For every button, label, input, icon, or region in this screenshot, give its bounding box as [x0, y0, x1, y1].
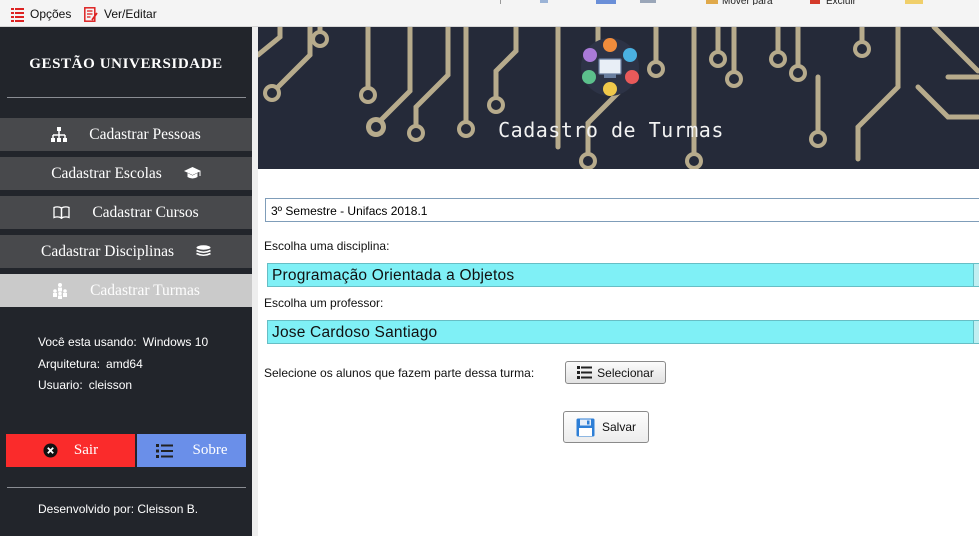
professor-selected-value: Jose Cardoso Santiago — [272, 324, 438, 341]
alunos-label: Selecione os alunos que fazem parte dess… — [264, 366, 535, 380]
list-icon — [577, 366, 593, 379]
stack-icon — [196, 245, 211, 257]
divider — [7, 487, 246, 488]
page-title: Cadastro de Turmas — [498, 118, 724, 142]
sidebar-item-cursos[interactable]: Cadastrar Cursos — [0, 196, 252, 229]
group-icon — [53, 282, 68, 299]
system-info-arch: Arquitetura: amd64 — [38, 357, 143, 371]
sobre-label: Sobre — [192, 442, 228, 458]
menu-view-edit-label: Ver/Editar — [104, 7, 157, 21]
footer-credits: Desenvolvido por: Cleisson B. — [38, 502, 199, 516]
list-icon — [155, 443, 173, 458]
sidebar-item-label: Cadastrar Pessoas — [89, 125, 201, 143]
user-label: Usuario: — [38, 378, 83, 392]
menu-view-edit[interactable]: Ver/Editar — [84, 5, 157, 23]
professor-label: Escolha um professor: — [264, 296, 384, 310]
strip-icon-fragment — [810, 0, 820, 4]
sidebar-item-turmas[interactable]: Cadastrar Turmas — [0, 274, 252, 307]
sidebar-item-label: Cadastrar Turmas — [90, 281, 200, 299]
strip-divider — [500, 0, 501, 4]
system-info-user: Usuario: cleisson — [38, 378, 132, 392]
sidebar-item-pessoas[interactable]: Cadastrar Pessoas — [0, 118, 252, 151]
turma-name-field[interactable]: 3º Semestre - Unifacs 2018.1 — [265, 198, 979, 222]
sobre-button[interactable]: Sobre — [137, 434, 246, 467]
sair-button[interactable]: Sair — [6, 434, 135, 467]
app-brand: GESTÃO UNIVERSIDADE — [29, 56, 223, 72]
professor-select[interactable]: Jose Cardoso Santiago — [267, 320, 979, 344]
sidebar-item-escolas[interactable]: Cadastrar Escolas — [0, 157, 252, 190]
disciplina-selected-value: Programação Orientada a Objetos — [272, 267, 515, 284]
system-info-os: Você esta usando: Windows 10 — [38, 335, 208, 349]
turma-name-value: 3º Semestre - Unifacs 2018.1 — [271, 204, 428, 218]
sair-label: Sair — [73, 442, 99, 458]
strip-delete-label: Excluir — [826, 0, 856, 5]
close-circle-icon — [43, 443, 58, 458]
disciplina-select[interactable]: Programação Orientada a Objetos — [267, 263, 979, 287]
strip-icon-fragment — [640, 0, 656, 3]
dropdown-arrow-icon[interactable] — [973, 321, 979, 343]
dropdown-arrow-icon[interactable] — [973, 264, 979, 286]
page-banner: Cadastro de Turmas — [258, 27, 979, 169]
os-value: Windows 10 — [142, 335, 209, 349]
book-icon — [53, 206, 70, 219]
salvar-label: Salvar — [601, 420, 636, 434]
sidebar-item-label: Cadastrar Cursos — [92, 203, 199, 221]
sitemap-icon — [51, 127, 68, 142]
strip-icon-fragment — [706, 0, 718, 4]
save-icon — [576, 418, 595, 436]
selecionar-button[interactable]: Selecionar — [565, 361, 666, 384]
list-icon — [11, 7, 24, 22]
strip-move-label: Mover para — [722, 0, 773, 5]
menu-options[interactable]: Opções — [11, 5, 71, 23]
edit-document-icon — [84, 6, 98, 22]
disciplina-label: Escolha uma disciplina: — [264, 239, 390, 253]
top-menu-bar: Opções Ver/Editar Mover para Excluir — [0, 0, 979, 27]
divider — [7, 97, 246, 98]
arch-label: Arquitetura: — [38, 357, 101, 371]
arch-value: amd64 — [106, 357, 143, 371]
menu-options-label: Opções — [30, 7, 72, 21]
strip-icon-fragment — [905, 0, 923, 4]
sidebar-item-disciplinas[interactable]: Cadastrar Disciplinas — [0, 235, 252, 268]
selecionar-label: Selecionar — [597, 365, 654, 380]
user-value: cleisson — [88, 378, 133, 392]
class-group-logo — [581, 38, 639, 96]
sidebar: GESTÃO UNIVERSIDADE Cadastrar Pessoas Ca… — [0, 27, 252, 536]
strip-icon-fragment — [540, 0, 548, 3]
strip-icon-fragment — [596, 0, 616, 4]
sidebar-item-label: Cadastrar Disciplinas — [40, 242, 174, 260]
os-label: Você esta usando: — [38, 335, 137, 349]
salvar-button[interactable]: Salvar — [563, 411, 649, 443]
sidebar-item-label: Cadastrar Escolas — [51, 164, 162, 182]
graduation-cap-icon — [183, 167, 201, 179]
